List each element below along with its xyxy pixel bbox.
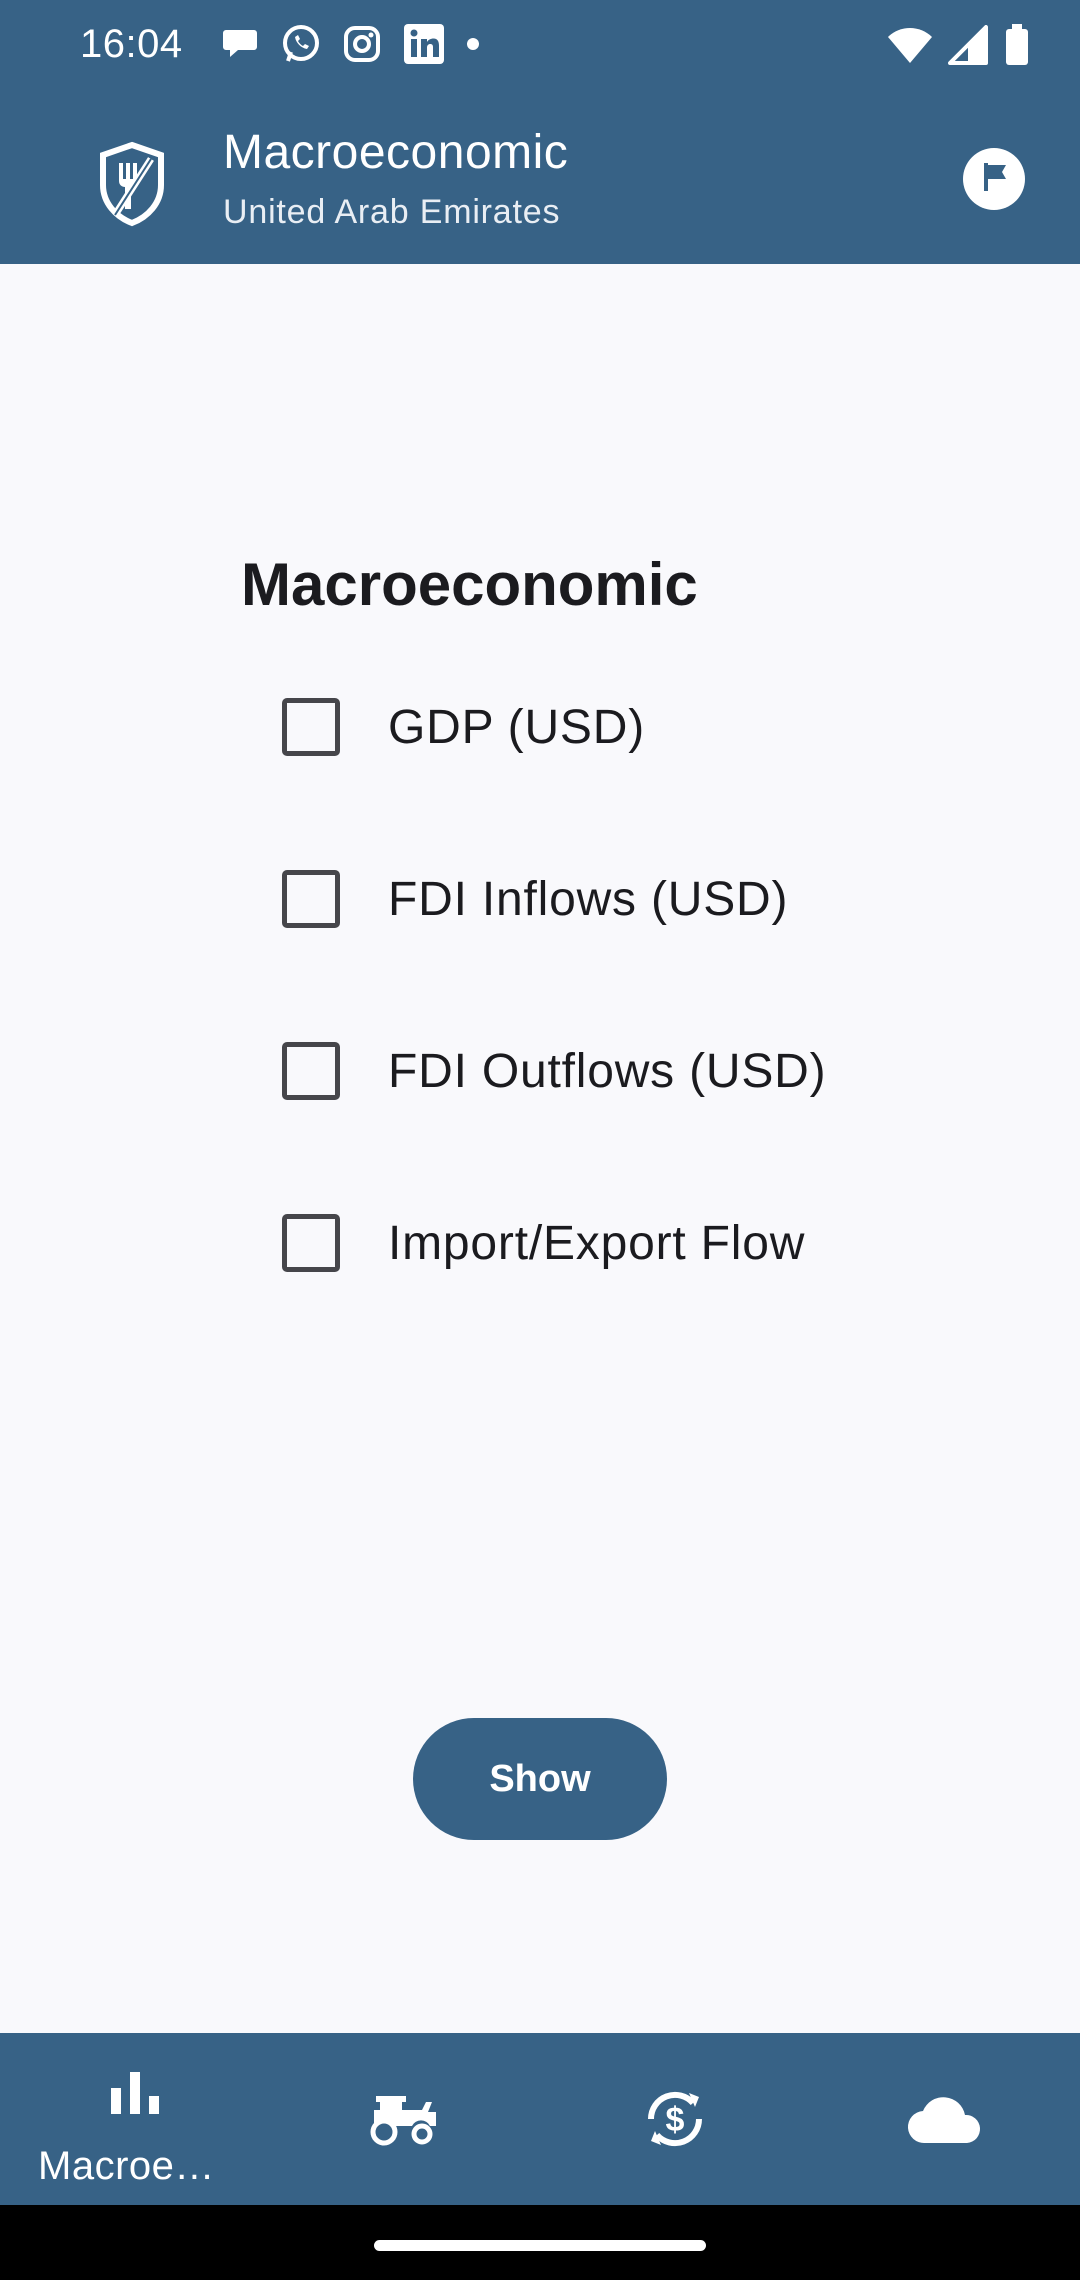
app-subtitle: United Arab Emirates [223, 193, 561, 231]
gdp-checkbox[interactable] [282, 698, 340, 756]
nav-item-agriculture[interactable] [270, 2033, 540, 2205]
bottom-nav: Macroe… $ [0, 2033, 1080, 2205]
home-indicator[interactable] [374, 2240, 706, 2251]
flag-button[interactable] [963, 148, 1025, 210]
nav-item-currency[interactable]: $ [540, 2033, 810, 2205]
option-label: Import/Export Flow [388, 1216, 806, 1270]
option-fdi-inflows[interactable]: FDI Inflows (USD) [282, 854, 882, 944]
option-label: FDI Inflows (USD) [388, 872, 789, 926]
currency-exchange-icon: $ [641, 2085, 709, 2158]
option-label: GDP (USD) [388, 700, 645, 754]
signal-icon [948, 25, 990, 70]
option-gdp[interactable]: GDP (USD) [282, 682, 882, 772]
nav-item-macroeconomic[interactable]: Macroe… [0, 2033, 270, 2205]
flag-icon [976, 159, 1012, 200]
bar-chart-icon [109, 2068, 161, 2125]
wifi-icon [886, 25, 934, 70]
instagram-icon [342, 24, 382, 69]
chat-bubble-icon [220, 24, 260, 69]
option-fdi-outflows[interactable]: FDI Outflows (USD) [282, 1026, 882, 1116]
fdi-outflows-checkbox[interactable] [282, 1042, 340, 1100]
nav-item-weather[interactable] [810, 2033, 1080, 2205]
gesture-area [0, 2205, 1080, 2280]
svg-text:$: $ [666, 2101, 685, 2139]
shield-fork-icon [95, 141, 169, 227]
fdi-inflows-checkbox[interactable] [282, 870, 340, 928]
option-import-export[interactable]: Import/Export Flow [282, 1198, 882, 1288]
system-icons [886, 24, 1030, 71]
option-label: FDI Outflows (USD) [388, 1044, 827, 1098]
section-heading: Macroeconomic [241, 551, 698, 618]
import-export-checkbox[interactable] [282, 1214, 340, 1272]
linkedin-icon [402, 22, 446, 71]
nav-label: Macroe… [38, 2144, 215, 2188]
notification-icons [220, 22, 480, 71]
app-title: Macroeconomic [223, 126, 569, 179]
status-bar: 16:04 [0, 0, 1080, 95]
dot-icon [466, 37, 480, 56]
app-bar: Macroeconomic United Arab Emirates [0, 95, 1080, 264]
status-time: 16:04 [80, 22, 183, 66]
tractor-icon [370, 2088, 440, 2153]
whatsapp-icon [280, 23, 322, 70]
battery-icon [1004, 24, 1030, 71]
show-button[interactable]: Show [413, 1718, 667, 1840]
cloud-icon [907, 2093, 983, 2150]
